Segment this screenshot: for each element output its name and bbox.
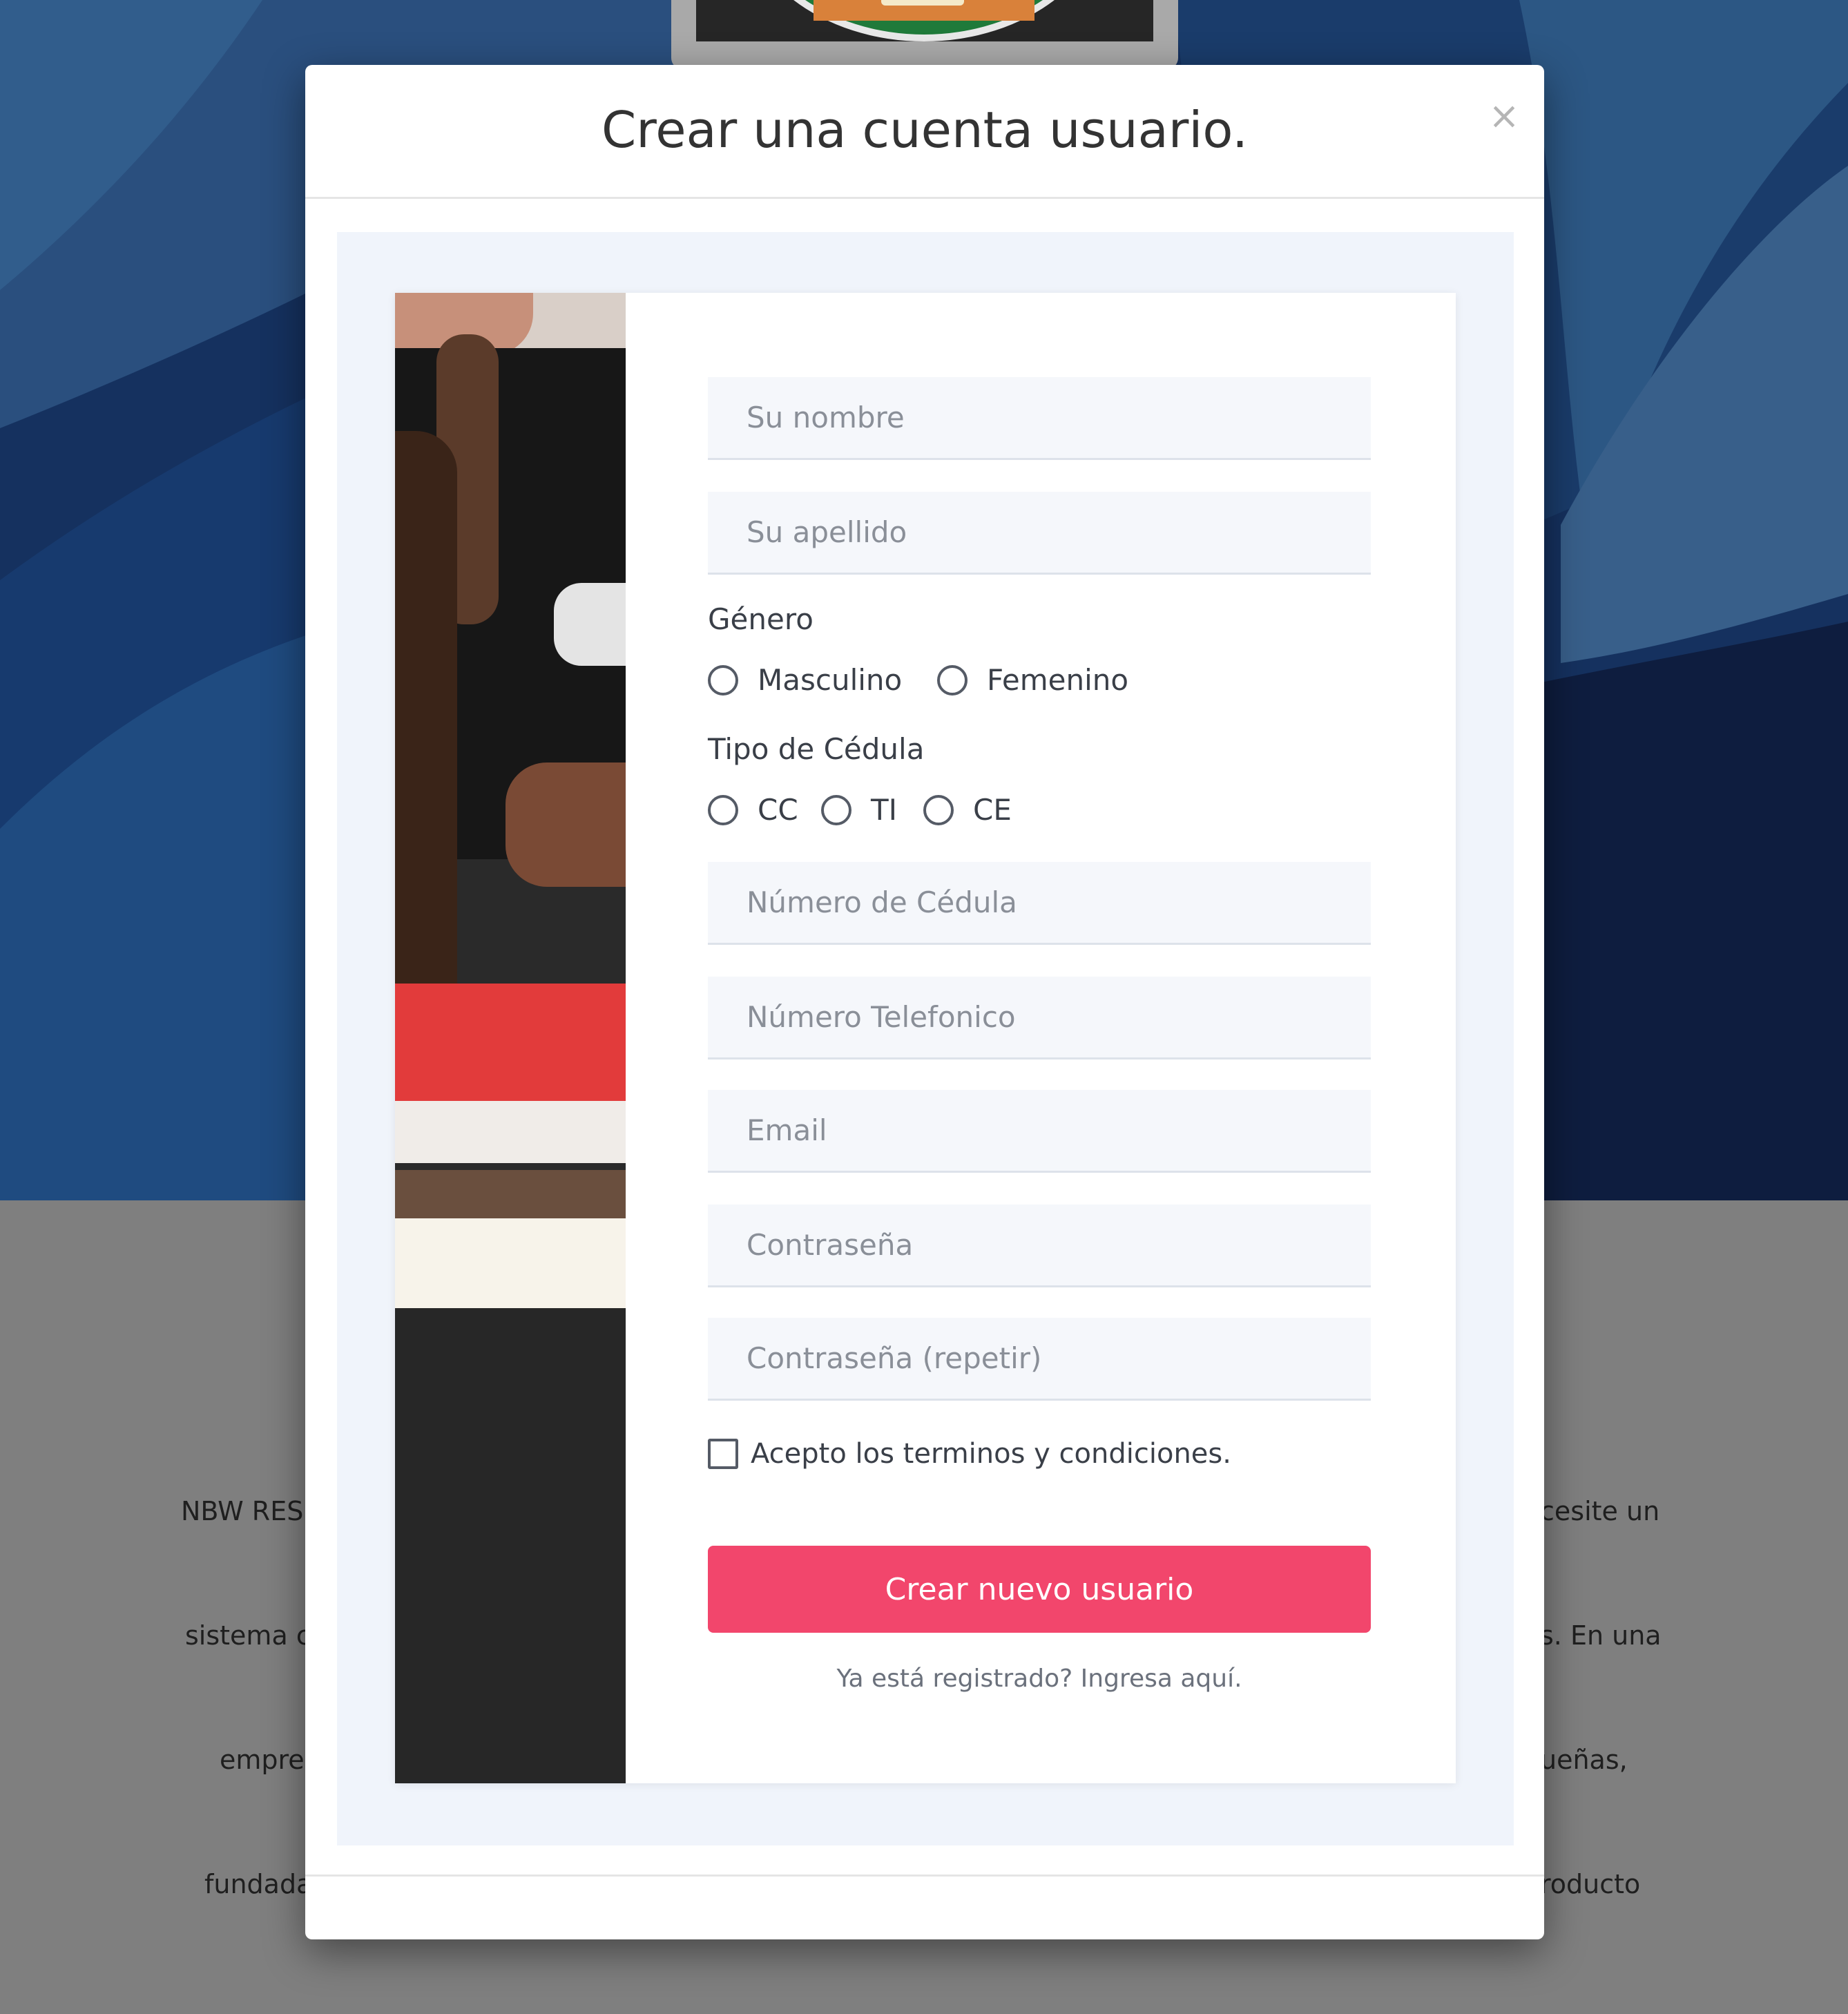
- id-type-radio-group: CC TI CE: [708, 793, 1053, 834]
- terms-label[interactable]: Acepto los terminos y condiciones.: [751, 1438, 1231, 1470]
- about-text-line: empre: [220, 1745, 305, 1775]
- about-text-line: fundada: [204, 1869, 313, 1899]
- radio-label: Masculino: [758, 663, 903, 697]
- login-link[interactable]: Ya está registrado? Ingresa aquí.: [708, 1665, 1371, 1693]
- about-text-line: s. En una: [1540, 1620, 1662, 1651]
- logo: [671, 0, 1178, 69]
- about-text-line: ueñas,: [1540, 1745, 1628, 1775]
- radio-masculino[interactable]: Masculino: [708, 663, 902, 697]
- terms-row: Acepto los terminos y condiciones.: [708, 1438, 1231, 1470]
- password-input[interactable]: [708, 1205, 1371, 1287]
- about-text-line: cesite un: [1540, 1496, 1660, 1526]
- modal-title: Crear una cuenta usuario.: [601, 101, 1249, 159]
- radio-circle-icon[interactable]: [708, 664, 738, 696]
- modal-header: Crear una cuenta usuario. ×: [305, 65, 1544, 199]
- radio-circle-icon[interactable]: [708, 794, 738, 825]
- id-number-input[interactable]: [708, 862, 1371, 945]
- radio-label: Femenino: [987, 663, 1129, 697]
- radio-cc[interactable]: CC: [708, 793, 798, 827]
- radio-circle-icon[interactable]: [923, 794, 954, 825]
- about-text-line: roducto: [1540, 1869, 1641, 1899]
- student-photo: [395, 293, 626, 1783]
- first-name-input[interactable]: [708, 377, 1371, 460]
- radio-femenino[interactable]: Femenino: [937, 663, 1128, 697]
- book-icon: [881, 0, 964, 6]
- create-user-button[interactable]: Crear nuevo usuario: [708, 1546, 1371, 1633]
- radio-ce[interactable]: CE: [923, 793, 1012, 827]
- radio-circle-icon[interactable]: [937, 664, 968, 696]
- last-name-input[interactable]: [708, 492, 1371, 575]
- about-text-line: NBW RES: [181, 1496, 304, 1526]
- gender-radio-group: Masculino Femenino: [708, 663, 1191, 704]
- radio-circle-icon[interactable]: [821, 794, 851, 825]
- page: NBW RES sistema c empre fundada cesite u…: [0, 0, 1848, 2014]
- radio-ti[interactable]: TI: [821, 793, 897, 827]
- id-type-label: Tipo de Cédula: [708, 732, 925, 766]
- close-icon[interactable]: ×: [1483, 95, 1525, 137]
- radio-label: CE: [973, 793, 1012, 827]
- about-text-line: sistema c: [185, 1620, 311, 1651]
- email-input[interactable]: [708, 1090, 1371, 1173]
- radio-label: CC: [758, 793, 798, 827]
- modal-footer-divider: [305, 1874, 1544, 1877]
- radio-label: TI: [871, 793, 898, 827]
- gender-label: Género: [708, 602, 814, 636]
- about-text-left: NBW RES sistema c empre fundada: [181, 1408, 312, 1988]
- password-repeat-input[interactable]: [708, 1318, 1371, 1401]
- terms-checkbox[interactable]: [708, 1439, 738, 1469]
- about-text-right: cesite un s. En una ueñas, roducto: [1540, 1408, 1662, 1988]
- phone-input[interactable]: [708, 977, 1371, 1059]
